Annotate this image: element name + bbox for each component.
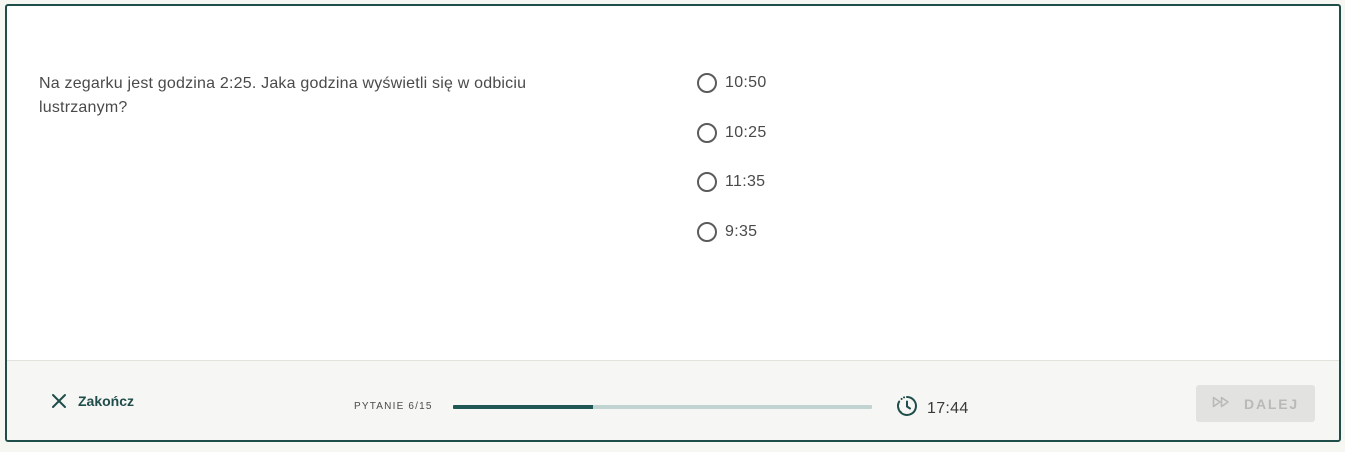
quiz-footer: Zakończ PYTANIE 6/15 17:44 DALEJ bbox=[7, 360, 1339, 440]
quit-label: Zakończ bbox=[78, 393, 135, 409]
answer-option[interactable]: 10:50 bbox=[697, 72, 767, 94]
timer-icon bbox=[896, 395, 918, 422]
answer-option[interactable]: 9:35 bbox=[697, 221, 767, 243]
radio-button[interactable] bbox=[697, 221, 717, 242]
quiz-card: Na zegarku jest godzina 2:25. Jaka godzi… bbox=[5, 4, 1341, 442]
radio-button[interactable] bbox=[697, 122, 717, 143]
timer: 17:44 bbox=[896, 395, 969, 422]
answer-label: 11:35 bbox=[725, 173, 766, 190]
radio-button[interactable] bbox=[697, 73, 717, 93]
timer-value: 17:44 bbox=[927, 399, 969, 417]
progress-label: PYTANIE 6/15 bbox=[354, 401, 433, 412]
answer-label: 10:50 bbox=[725, 74, 767, 91]
answer-label: 10:25 bbox=[725, 123, 767, 141]
progress-bar bbox=[453, 405, 872, 409]
next-label: DALEJ bbox=[1244, 395, 1299, 412]
answer-option[interactable]: 11:35 bbox=[697, 171, 767, 193]
next-button[interactable]: DALEJ bbox=[1196, 385, 1315, 422]
quit-button[interactable]: Zakończ bbox=[51, 393, 134, 409]
radio-button[interactable] bbox=[697, 172, 717, 192]
question-text: Na zegarku jest godzina 2:25. Jaka godzi… bbox=[39, 75, 527, 116]
progress-fill bbox=[453, 405, 593, 409]
fast-forward-icon bbox=[1212, 396, 1230, 411]
answer-option[interactable]: 10:25 bbox=[697, 122, 767, 144]
close-icon bbox=[51, 393, 67, 409]
answer-list: 10:50 10:25 11:35 9:35 bbox=[697, 72, 767, 270]
answer-label: 9:35 bbox=[725, 222, 758, 240]
